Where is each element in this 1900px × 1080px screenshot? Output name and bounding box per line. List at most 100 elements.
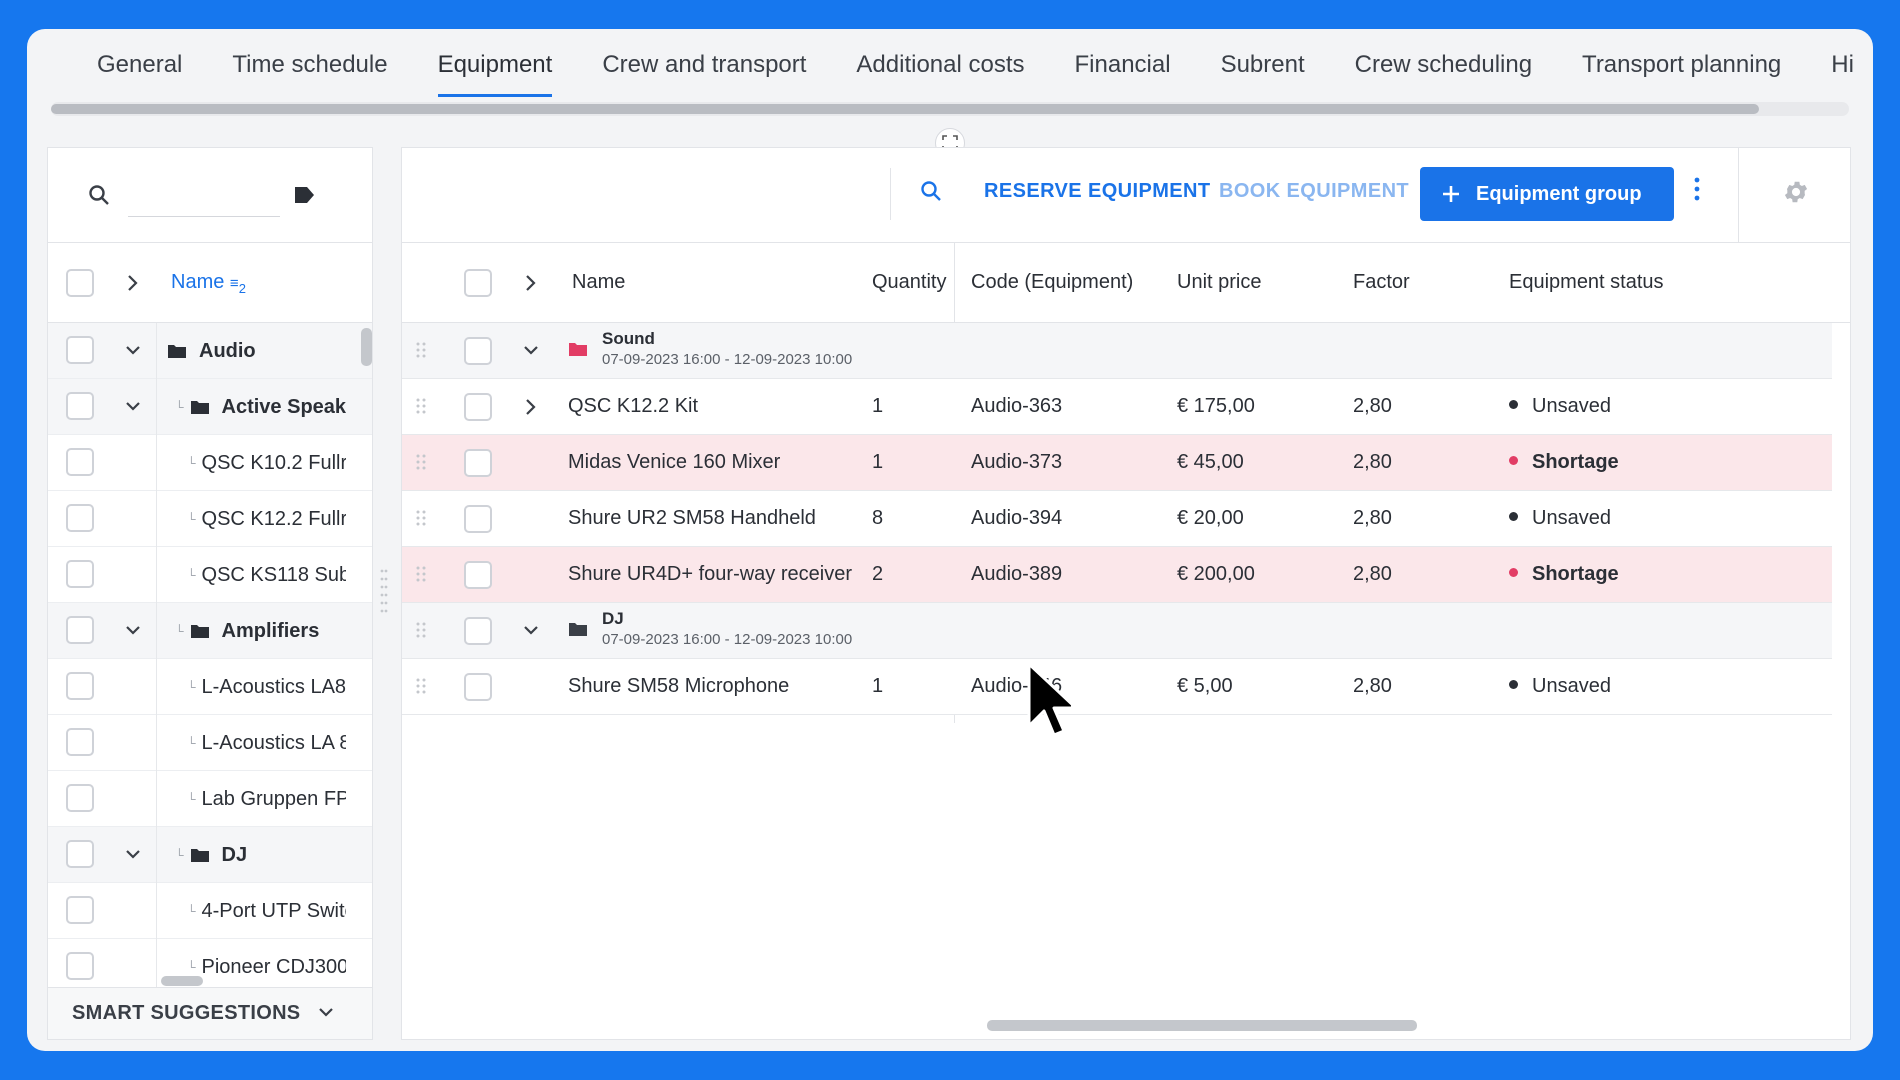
equipment-quantity[interactable]: 8	[872, 507, 883, 530]
equipment-factor[interactable]: 2,80	[1353, 451, 1392, 474]
tag-icon[interactable]	[293, 186, 315, 204]
reserve-equipment-button[interactable]: RESERVE EQUIPMENT	[984, 180, 1210, 203]
catalog-search-input[interactable]	[128, 216, 280, 217]
drag-handle-icon[interactable]	[416, 509, 426, 527]
equipment-quantity[interactable]: 1	[872, 675, 883, 698]
tab-transport-planning[interactable]: Transport planning	[1557, 29, 1806, 107]
table-row[interactable]: Midas Venice 160 Mixer 1 Audio-373 € 45,00 2…	[402, 435, 1832, 491]
tab-hi[interactable]: Hi	[1806, 29, 1873, 107]
select-all-checkbox[interactable]	[464, 269, 492, 297]
tab-time-schedule[interactable]: Time schedule	[207, 29, 412, 107]
row-checkbox[interactable]	[66, 448, 94, 476]
row-checkbox[interactable]	[464, 673, 492, 701]
tab-scrollbar[interactable]	[51, 102, 1849, 116]
search-icon[interactable]	[88, 184, 110, 206]
drag-handle-icon[interactable]	[416, 397, 426, 415]
column-header-status[interactable]: Equipment status	[1509, 271, 1664, 294]
smart-suggestions-toggle[interactable]: SMART SUGGESTIONS	[48, 987, 372, 1039]
drag-handle-icon[interactable]	[416, 677, 426, 695]
row-checkbox[interactable]	[66, 504, 94, 532]
name-column-header[interactable]: Name ≡2	[171, 271, 246, 296]
catalog-item-row[interactable]: └ Lab Gruppen FP3	[48, 771, 372, 827]
catalog-item-row[interactable]: └ QSC KS118 Subwoofer	[48, 547, 372, 603]
catalog-item-row[interactable]: └ L-Acoustics LA 8/	[48, 715, 372, 771]
chevron-down-icon[interactable]	[124, 397, 142, 415]
row-checkbox[interactable]	[66, 784, 94, 812]
equipment-unit-price[interactable]: € 200,00	[1177, 563, 1255, 586]
gear-icon[interactable]	[1782, 178, 1810, 206]
table-horizontal-scrollbar[interactable]	[987, 1020, 1417, 1031]
panel-resize-handle[interactable]	[380, 567, 388, 615]
catalog-group-row[interactable]: └ Active Speakers	[48, 379, 372, 435]
table-row[interactable]: Shure UR4D+ four-way receiver 2 Audio-389 €…	[402, 547, 1832, 603]
chevron-down-icon[interactable]	[522, 341, 540, 359]
catalog-group-row[interactable]: Audio	[48, 323, 372, 379]
column-header-factor[interactable]: Factor	[1353, 271, 1410, 294]
tab-scrollbar-thumb[interactable]	[51, 104, 1759, 114]
chevron-down-icon[interactable]	[522, 621, 540, 639]
row-checkbox[interactable]	[464, 337, 492, 365]
tab-additional-costs[interactable]: Additional costs	[831, 29, 1049, 107]
equipment-quantity[interactable]: 2	[872, 563, 883, 586]
equipment-quantity[interactable]: 1	[872, 395, 883, 418]
row-checkbox[interactable]	[66, 560, 94, 588]
row-checkbox[interactable]	[66, 672, 94, 700]
catalog-vertical-scrollbar[interactable]	[361, 328, 372, 366]
row-checkbox[interactable]	[464, 561, 492, 589]
catalog-item-row[interactable]: └ QSC K10.2 Fullrange	[48, 435, 372, 491]
table-row[interactable]: QSC K12.2 Kit 1 Audio-363 € 175,00 2,80 Unsav…	[402, 379, 1832, 435]
equipment-unit-price[interactable]: € 45,00	[1177, 451, 1244, 474]
chevron-right-icon[interactable]	[522, 397, 538, 417]
tab-subrent[interactable]: Subrent	[1196, 29, 1330, 107]
equipment-quantity[interactable]: 1	[872, 451, 883, 474]
equipment-unit-price[interactable]: € 5,00	[1177, 675, 1233, 698]
catalog-group-row[interactable]: └ DJ	[48, 827, 372, 883]
row-checkbox[interactable]	[464, 617, 492, 645]
chevron-down-icon[interactable]	[124, 341, 142, 359]
row-checkbox[interactable]	[66, 728, 94, 756]
row-checkbox[interactable]	[66, 336, 94, 364]
chevron-down-icon[interactable]	[124, 621, 142, 639]
more-options-icon[interactable]	[1693, 176, 1701, 202]
equipment-factor[interactable]: 2,80	[1353, 675, 1392, 698]
row-checkbox[interactable]	[464, 393, 492, 421]
row-checkbox[interactable]	[464, 505, 492, 533]
search-icon[interactable]	[920, 180, 942, 202]
drag-handle-icon[interactable]	[416, 341, 426, 359]
row-checkbox[interactable]	[66, 952, 94, 980]
drag-handle-icon[interactable]	[416, 621, 426, 639]
column-header-quantity[interactable]: Quantity	[872, 271, 946, 294]
catalog-horizontal-scrollbar[interactable]	[161, 976, 203, 986]
chevron-down-icon[interactable]	[124, 845, 142, 863]
catalog-item-row[interactable]: └ QSC K12.2 Fullrange	[48, 491, 372, 547]
row-checkbox[interactable]	[66, 616, 94, 644]
equipment-group-row[interactable]: Sound 07-09-2023 16:00 - 12-09-2023 10:00	[402, 323, 1832, 379]
equipment-group-row[interactable]: DJ 07-09-2023 16:00 - 12-09-2023 10:00	[402, 603, 1832, 659]
column-header-name[interactable]: Name	[572, 271, 625, 294]
chevron-right-icon[interactable]	[124, 273, 140, 293]
tab-general[interactable]: General	[72, 29, 207, 107]
row-checkbox[interactable]	[66, 392, 94, 420]
tab-financial[interactable]: Financial	[1050, 29, 1196, 107]
column-header-unit-price[interactable]: Unit price	[1177, 271, 1261, 294]
row-checkbox[interactable]	[66, 840, 94, 868]
equipment-factor[interactable]: 2,80	[1353, 507, 1392, 530]
catalog-item-row[interactable]: └ L-Acoustics LA8/2	[48, 659, 372, 715]
chevron-right-icon[interactable]	[522, 273, 538, 293]
row-checkbox[interactable]	[464, 449, 492, 477]
tab-crew-and-transport[interactable]: Crew and transport	[577, 29, 831, 107]
equipment-factor[interactable]: 2,80	[1353, 395, 1392, 418]
table-row[interactable]: Shure UR2 SM58 Handheld 8 Audio-394 € 20,00…	[402, 491, 1832, 547]
book-equipment-button[interactable]: BOOK EQUIPMENT	[1219, 180, 1409, 203]
tab-crew-scheduling[interactable]: Crew scheduling	[1330, 29, 1557, 107]
catalog-group-row[interactable]: └ Amplifiers	[48, 603, 372, 659]
drag-handle-icon[interactable]	[416, 453, 426, 471]
equipment-factor[interactable]: 2,80	[1353, 563, 1392, 586]
catalog-item-row[interactable]: └ 4-Port UTP Switch	[48, 883, 372, 939]
row-checkbox[interactable]	[66, 896, 94, 924]
add-equipment-group-button[interactable]: Equipment group	[1420, 167, 1674, 221]
select-all-checkbox[interactable]	[66, 269, 94, 297]
equipment-unit-price[interactable]: € 175,00	[1177, 395, 1255, 418]
table-row[interactable]: Shure SM58 Microphone 1 Audio-346 € 5,00 2,8…	[402, 659, 1832, 715]
drag-handle-icon[interactable]	[416, 565, 426, 583]
